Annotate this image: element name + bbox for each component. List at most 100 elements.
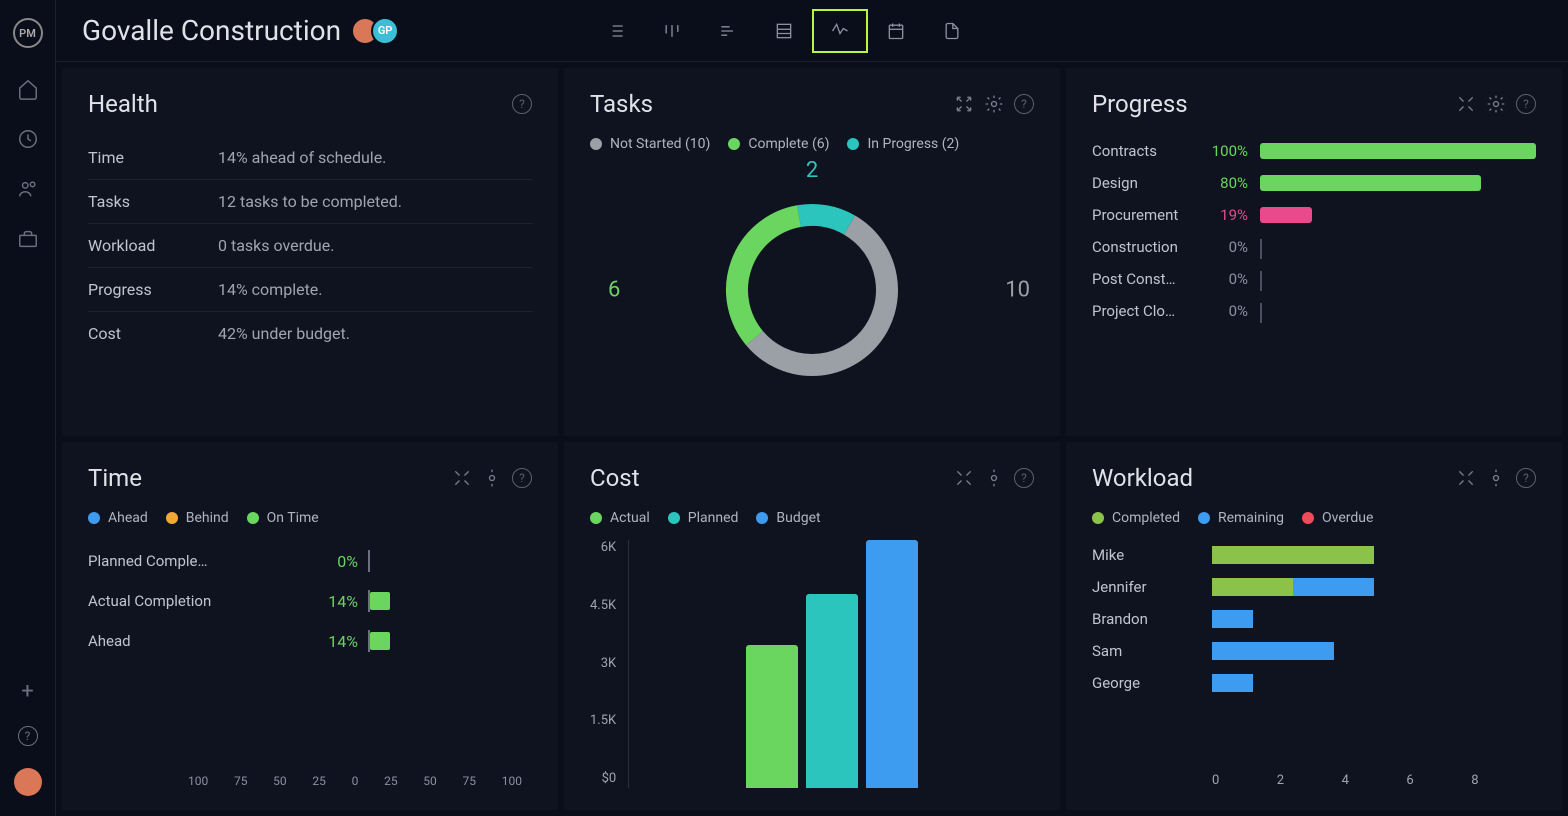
axis-label: 1.5K bbox=[590, 713, 616, 728]
health-row: Workload0 tasks overdue. bbox=[88, 224, 532, 268]
legend-item[interactable]: Not Started (10) bbox=[590, 136, 710, 152]
workload-name: George bbox=[1092, 674, 1212, 692]
legend-item[interactable]: In Progress (2) bbox=[847, 136, 959, 152]
project-title: Govalle Construction bbox=[82, 14, 341, 47]
legend-item[interactable]: Overdue bbox=[1302, 510, 1373, 526]
briefcase-icon[interactable] bbox=[17, 228, 39, 250]
workload-name: Mike bbox=[1092, 546, 1212, 564]
panel-title: Workload bbox=[1092, 464, 1193, 492]
axis-label: 4 bbox=[1342, 773, 1407, 788]
board-view-tab[interactable] bbox=[644, 9, 700, 53]
axis-label: 50 bbox=[273, 774, 287, 788]
avatar[interactable]: GP bbox=[371, 17, 399, 45]
topbar: Govalle Construction GP bbox=[56, 0, 1568, 62]
help-icon[interactable]: ? bbox=[1014, 468, 1034, 488]
legend-item[interactable]: Remaining bbox=[1198, 510, 1284, 526]
legend-item[interactable]: Behind bbox=[166, 510, 229, 526]
gear-icon[interactable] bbox=[482, 468, 502, 488]
axis-label: 25 bbox=[312, 774, 326, 788]
gear-icon[interactable] bbox=[984, 94, 1004, 114]
progress-percent: 19% bbox=[1204, 206, 1248, 224]
progress-percent: 0% bbox=[1204, 238, 1248, 256]
axis-label: 100 bbox=[188, 774, 208, 788]
axis-label: 2 bbox=[1277, 773, 1342, 788]
time-panel: Time ? AheadBehindOn Time Planned Comple… bbox=[62, 442, 558, 810]
tasks-panel: Tasks ? Not Started (10)Complete (6)In P… bbox=[564, 68, 1060, 436]
cost-bar-chart bbox=[628, 540, 1034, 788]
axis-label: $0 bbox=[602, 771, 617, 786]
gear-icon[interactable] bbox=[1486, 94, 1506, 114]
axis-label: 3K bbox=[601, 656, 616, 671]
legend-item[interactable]: Actual bbox=[590, 510, 650, 526]
progress-percent: 100% bbox=[1204, 142, 1248, 160]
health-value: 14% ahead of schedule. bbox=[218, 148, 386, 167]
progress-panel: Progress ? Contracts 100% Design 80% Pro… bbox=[1066, 68, 1562, 436]
progress-name: Procurement bbox=[1092, 206, 1192, 224]
legend-item[interactable]: On Time bbox=[247, 510, 319, 526]
health-row: Tasks12 tasks to be completed. bbox=[88, 180, 532, 224]
health-row: Progress14% complete. bbox=[88, 268, 532, 312]
time-row: Planned Comple… 0% bbox=[88, 550, 532, 572]
clock-icon[interactable] bbox=[17, 128, 39, 150]
cost-bar bbox=[806, 594, 858, 788]
expand-icon[interactable] bbox=[1456, 468, 1476, 488]
progress-percent: 0% bbox=[1204, 302, 1248, 320]
health-value: 12 tasks to be completed. bbox=[218, 192, 402, 211]
legend-item[interactable]: Completed bbox=[1092, 510, 1180, 526]
calendar-view-tab[interactable] bbox=[868, 9, 924, 53]
workload-name: Jennifer bbox=[1092, 578, 1212, 596]
legend-item[interactable]: Budget bbox=[756, 510, 820, 526]
progress-row: Construction 0% bbox=[1092, 238, 1536, 256]
legend-item[interactable]: Ahead bbox=[88, 510, 148, 526]
health-row: Cost42% under budget. bbox=[88, 312, 532, 355]
donut-label-notstarted: 10 bbox=[1005, 278, 1030, 303]
expand-icon[interactable] bbox=[954, 468, 974, 488]
donut-label-inprogress: 2 bbox=[806, 158, 818, 183]
help-icon[interactable]: ? bbox=[1516, 468, 1536, 488]
list-view-tab[interactable] bbox=[588, 9, 644, 53]
expand-icon[interactable] bbox=[954, 94, 974, 114]
sheet-view-tab[interactable] bbox=[756, 9, 812, 53]
cost-bar bbox=[746, 645, 798, 788]
health-value: 42% under budget. bbox=[218, 324, 350, 343]
time-percent: 0% bbox=[308, 552, 358, 571]
gear-icon[interactable] bbox=[1486, 468, 1506, 488]
health-label: Progress bbox=[88, 280, 218, 299]
help-icon[interactable]: ? bbox=[512, 468, 532, 488]
health-label: Tasks bbox=[88, 192, 218, 211]
help-icon[interactable]: ? bbox=[18, 726, 38, 746]
health-label: Time bbox=[88, 148, 218, 167]
axis-label: 75 bbox=[234, 774, 248, 788]
expand-icon[interactable] bbox=[452, 468, 472, 488]
health-value: 0 tasks overdue. bbox=[218, 236, 334, 255]
health-panel: Health ? Time14% ahead of schedule. Tasks… bbox=[62, 68, 558, 436]
workload-name: Sam bbox=[1092, 642, 1212, 660]
gear-icon[interactable] bbox=[984, 468, 1004, 488]
legend-item[interactable]: Planned bbox=[668, 510, 739, 526]
add-icon[interactable]: + bbox=[21, 679, 33, 704]
progress-percent: 0% bbox=[1204, 270, 1248, 288]
progress-percent: 80% bbox=[1204, 174, 1248, 192]
project-members[interactable]: GP bbox=[359, 17, 399, 45]
expand-icon[interactable] bbox=[1456, 94, 1476, 114]
axis-label: 75 bbox=[463, 774, 477, 788]
team-icon[interactable] bbox=[17, 178, 39, 200]
legend-item[interactable]: Complete (6) bbox=[728, 136, 829, 152]
help-icon[interactable]: ? bbox=[512, 94, 532, 114]
time-row: Actual Completion 14% bbox=[88, 590, 532, 612]
user-avatar[interactable] bbox=[14, 768, 42, 796]
progress-name: Project Clo… bbox=[1092, 302, 1192, 320]
files-view-tab[interactable] bbox=[924, 9, 980, 53]
sidebar: PM + ? bbox=[0, 0, 56, 816]
panel-title: Health bbox=[88, 90, 158, 118]
gantt-view-tab[interactable] bbox=[700, 9, 756, 53]
home-icon[interactable] bbox=[17, 78, 39, 100]
time-label: Actual Completion bbox=[88, 592, 308, 610]
dashboard-view-tab[interactable] bbox=[812, 9, 868, 53]
axis-label: 0 bbox=[352, 774, 359, 788]
help-icon[interactable]: ? bbox=[1014, 94, 1034, 114]
panel-title: Cost bbox=[590, 464, 640, 492]
health-label: Cost bbox=[88, 324, 218, 343]
app-logo[interactable]: PM bbox=[13, 18, 43, 48]
help-icon[interactable]: ? bbox=[1516, 94, 1536, 114]
